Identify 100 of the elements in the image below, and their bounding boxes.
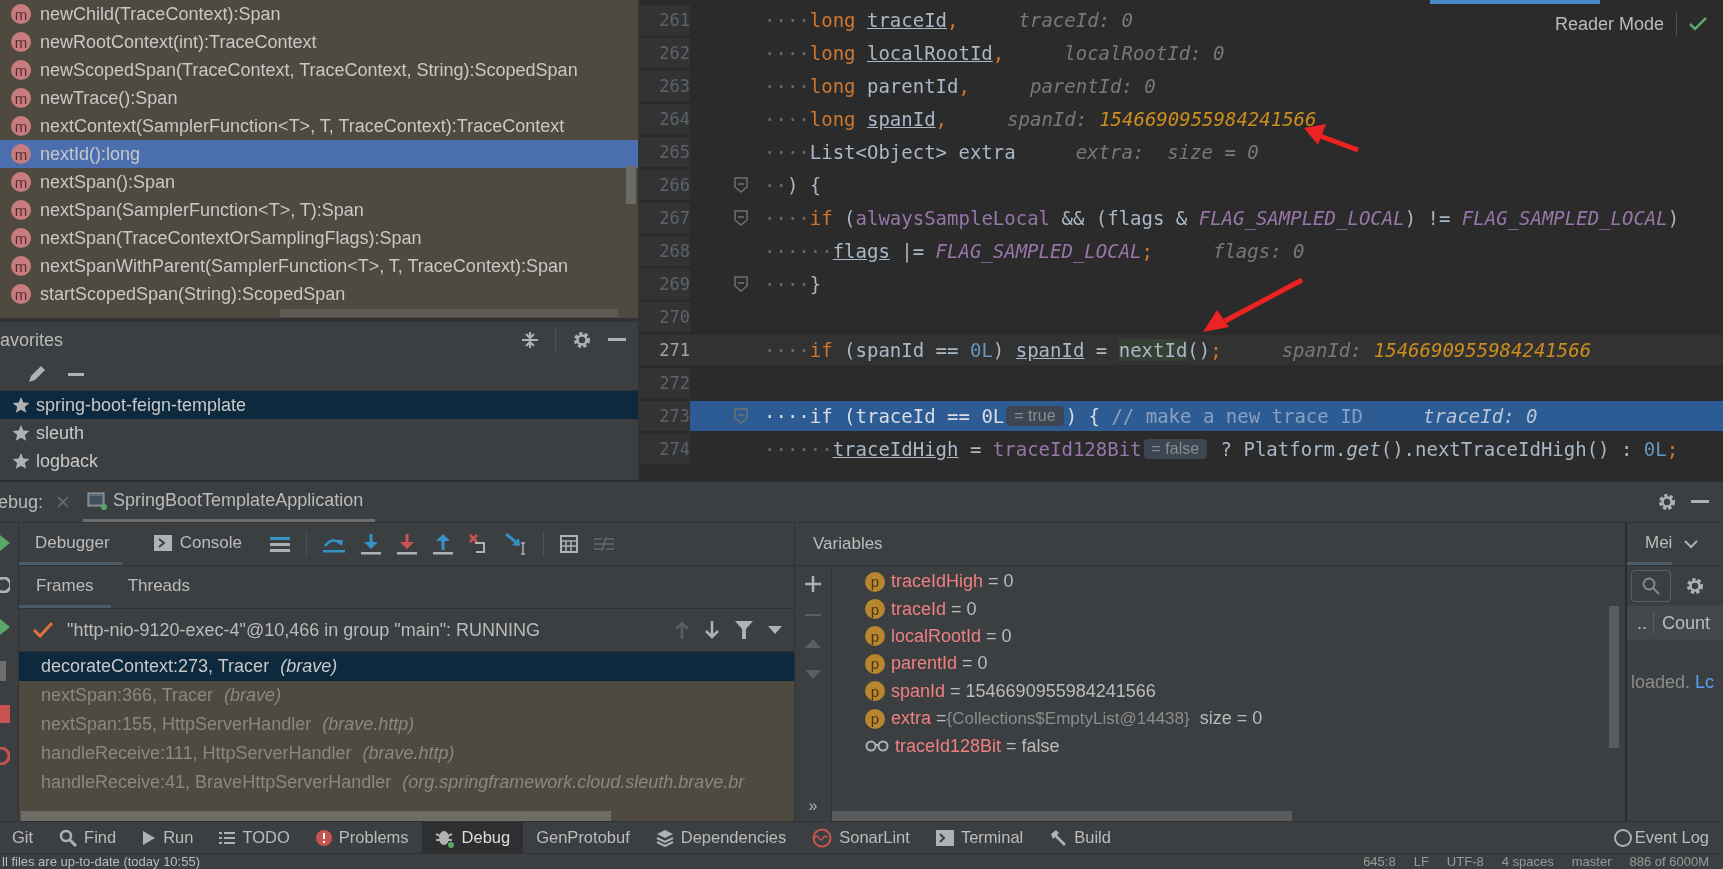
structure-item[interactable]: m nextId():long [0,140,638,168]
column-header[interactable]: Count [1654,612,1711,634]
tool-window-button[interactable]: Terminal [922,822,1037,853]
calculator-icon[interactable] [560,535,579,553]
minus-icon[interactable] [68,372,84,376]
variable-entry[interactable]: traceId = 0 [891,598,977,620]
fold-icon[interactable] [734,210,748,226]
more-button[interactable]: » [808,797,818,815]
inline-value-hint: localRootId: 0 [1063,42,1225,64]
tool-window-button[interactable]: Git [0,822,47,853]
down-arrow-icon[interactable] [704,620,720,640]
variable-entry[interactable]: parentId = 0 [891,653,988,675]
collapse-icon[interactable] [521,331,539,349]
frames-tab[interactable]: Threads [110,566,207,608]
scrollbar[interactable] [280,309,618,317]
stack-frame[interactable]: decorateContext:273, Tracer (brave) [19,652,794,681]
breakpoint-icon[interactable] [0,747,10,765]
structure-item[interactable]: m nextSpan(SamplerFunction<T>, T):Span [0,196,638,224]
structure-item[interactable]: m startScopedSpan(String):ScopedSpan [0,280,638,308]
scrollbar[interactable] [21,811,611,821]
tool-window-button[interactable]: Dependencies [642,822,800,853]
inline-value-hint: extra: size = 0 [1074,141,1259,163]
circle-icon [1612,827,1633,848]
status-item[interactable]: UTF-8 [1446,854,1484,869]
settings-icon[interactable] [572,330,592,350]
favorite-item[interactable]: sleuth [0,419,638,447]
resume-icon[interactable] [0,533,10,553]
structure-item[interactable]: m newTrace():Span [0,84,638,112]
code-text: ) { // make a new trace ID [1065,405,1364,427]
tool-window-button[interactable]: SonarLint [799,822,923,853]
column-header[interactable]: .. [1627,612,1654,634]
method-icon: m [11,4,31,24]
lines-icon[interactable] [270,536,291,552]
close-icon[interactable] [57,496,70,508]
variable-entry[interactable]: spanId = 1546690955984241566 [891,680,1156,702]
scrollbar[interactable] [1609,606,1619,748]
chevron-icon[interactable] [1684,539,1699,549]
status-item[interactable]: 4 spaces [1501,854,1554,869]
event-log-button[interactable]: Event Log [1612,827,1723,848]
structure-item[interactable]: m nextSpan(TraceContextOrSamplingFlags):Span [0,224,638,252]
method-icon: m [11,228,31,248]
scrollbar[interactable] [626,166,636,204]
resume-icon[interactable] [0,617,10,637]
structure-item[interactable]: m newChild(TraceContext):Span [0,0,638,28]
tool-window-button[interactable]: GenProtobuf [523,822,643,853]
tool-window-button[interactable]: Find [46,822,130,853]
search-icon [1642,577,1660,595]
list-icon [219,830,236,845]
variable-entry[interactable]: traceIdHigh = 0 [891,571,1014,593]
code-text: ····if (alwaysSampleLocal && (flags & FLAG_SAMPLED_LOCAL) != FLAG_SAMPLED_LOCAL) [764,207,1680,229]
memory-tab[interactable]: Mei [1627,523,1673,565]
tool-window-button[interactable]: TODO [206,822,303,853]
structure-item[interactable]: m nextSpanWithParent(SamplerFunction<T>, T, TraceContext):Span [0,252,638,280]
favorite-item[interactable]: spring-boot-feign-template [0,391,638,419]
structure-item[interactable]: m newScopedSpan(TraceContext, TraceContext, String):ScopedSpan [0,56,638,84]
debugger-tab[interactable]: Console [137,523,255,565]
minimize-icon[interactable] [608,338,626,342]
scrollbar[interactable] [832,811,1292,821]
tool-window-button[interactable]: Debug [421,822,524,853]
structure-item[interactable]: m nextContext(SamplerFunction<T>, T, TraceContext):TraceContext [0,112,638,140]
structure-item[interactable]: m newRootContext(int):TraceContext [0,28,638,56]
inline-value-hint: traceId: 0 [1422,405,1538,427]
down-arrow-icon[interactable] [397,533,418,555]
variable-entry[interactable]: traceId128Bit = false [895,735,1060,757]
debugger-tab[interactable]: Debugger [19,523,122,565]
up-arrow-icon[interactable] [433,533,454,555]
tool-window-button[interactable]: Run [129,822,207,853]
glasses-icon [865,740,889,753]
minimize-icon[interactable] [1691,500,1709,504]
pencil-icon[interactable] [26,363,48,385]
code-text: ··) { [764,174,822,196]
diagonal-arrow-icon[interactable] [505,533,528,555]
tool-window-button[interactable]: Build [1036,822,1124,853]
reader-mode-link[interactable]: Reader Mode [1554,13,1664,35]
rerun-icon[interactable] [0,577,10,593]
tool-window-button[interactable]: Problems [302,822,422,853]
fold-icon[interactable] [734,276,748,292]
dropdown-icon[interactable] [768,626,782,634]
pause-icon[interactable] [0,661,8,681]
structure-item[interactable]: m nextSpan():Span [0,168,638,196]
status-item[interactable]: 645:8 [1363,854,1396,869]
variable-entry[interactable]: localRootId = 0 [891,625,1012,647]
variable-entry[interactable]: extra ={Collections$EmptyList@14438} size = 0 [891,708,1263,730]
down-arrow-icon[interactable] [361,533,382,555]
inline-value-hint: spanId: 1546690955984241566 [1006,108,1317,130]
plus-icon[interactable] [805,576,821,592]
run-config-tab[interactable]: SpringBootTemplateApplication [83,482,376,522]
status-item[interactable]: LF [1413,854,1429,869]
fold-icon[interactable] [734,177,748,193]
settings-icon[interactable] [1657,492,1677,512]
search-field[interactable] [1631,570,1671,602]
thread-selector[interactable]: "http-nio-9120-exec-4"@10,466 in group "main": RUNNING [67,619,541,641]
load-link[interactable]: Lc [1695,672,1715,692]
status-item[interactable]: master [1571,854,1612,869]
frames-tab[interactable]: Frames [19,566,111,608]
favorite-item[interactable]: logback [0,447,638,475]
status-item[interactable]: 886 of 6000M [1629,854,1709,869]
settings-icon[interactable] [1685,576,1705,596]
filter-icon[interactable] [734,620,754,640]
wave-icon [812,827,833,848]
